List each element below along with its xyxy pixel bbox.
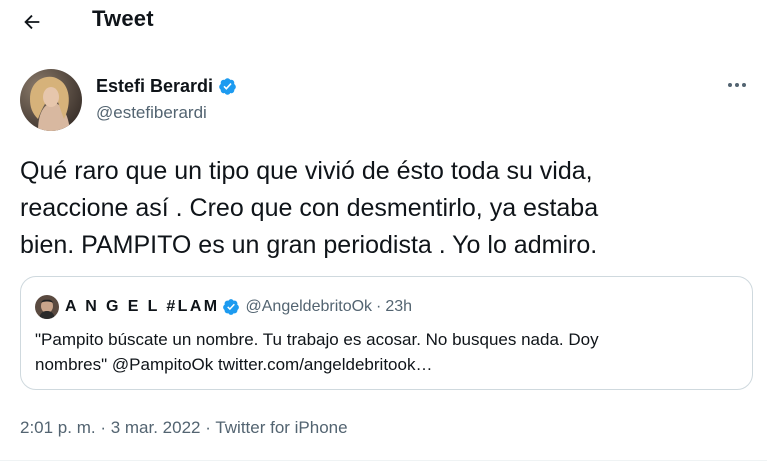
avatar-photo	[20, 69, 82, 131]
quoted-tweet-header: A N G E L #LAM @AngeldebritoOk · 23h	[35, 295, 412, 319]
tweet-metadata: 2:01 p. m. · 3 mar. 2022 · Twitter for i…	[20, 418, 348, 438]
quoted-tweet-time: 23h	[385, 298, 413, 315]
quoted-author-avatar[interactable]	[35, 295, 59, 319]
quoted-author-name: A N G E L #LAM	[65, 298, 220, 315]
tweet-page: Tweet Estefi Berardi @estefiberardi Qué …	[0, 0, 767, 473]
tweet-text-line: reaccione así . Creo que con desmentirlo…	[20, 194, 599, 222]
tweet-text: Qué raro que un tipo que vivió de ésto t…	[20, 153, 755, 264]
author-name-row[interactable]: Estefi Berardi	[96, 76, 237, 97]
back-arrow-icon	[24, 14, 40, 30]
tweet-text-line: Qué raro que un tipo que vivió de ésto t…	[20, 157, 593, 185]
meta-separator: ·	[200, 418, 216, 437]
tweet-time[interactable]: 2:01 p. m.	[20, 418, 96, 437]
tweet-text-line: bien. PAMPITO es un gran periodista . Yo…	[20, 231, 598, 259]
quoted-author-handle: @AngeldebritoOk	[245, 298, 373, 315]
page-title: Tweet	[92, 6, 154, 31]
verified-badge-icon	[222, 299, 239, 315]
tweet-date[interactable]: 3 mar. 2022	[111, 418, 201, 437]
quoted-tweet-text: "Pampito búscate un nombre. Tu trabajo e…	[35, 327, 740, 377]
quoted-avatar-photo	[35, 295, 59, 319]
quoted-tweet-card[interactable]: A N G E L #LAM @AngeldebritoOk · 23h "Pa…	[20, 276, 753, 390]
verified-badge-icon	[219, 78, 236, 95]
quoted-text-line: nombres" @PampitoOk twitter.com/angeldeb…	[35, 355, 433, 374]
divider	[0, 460, 767, 461]
more-options-icon[interactable]	[722, 72, 752, 98]
back-button[interactable]	[14, 4, 50, 40]
header-bar: Tweet	[0, 0, 767, 44]
author-avatar[interactable]	[20, 69, 82, 131]
author-handle[interactable]: @estefiberardi	[96, 103, 207, 123]
author-display-name: Estefi Berardi	[96, 76, 214, 96]
meta-separator: ·	[95, 418, 111, 437]
quoted-text-line: "Pampito búscate un nombre. Tu trabajo e…	[35, 330, 599, 349]
quoted-separator: ·	[376, 298, 382, 315]
tweet-source[interactable]: Twitter for iPhone	[215, 418, 347, 437]
